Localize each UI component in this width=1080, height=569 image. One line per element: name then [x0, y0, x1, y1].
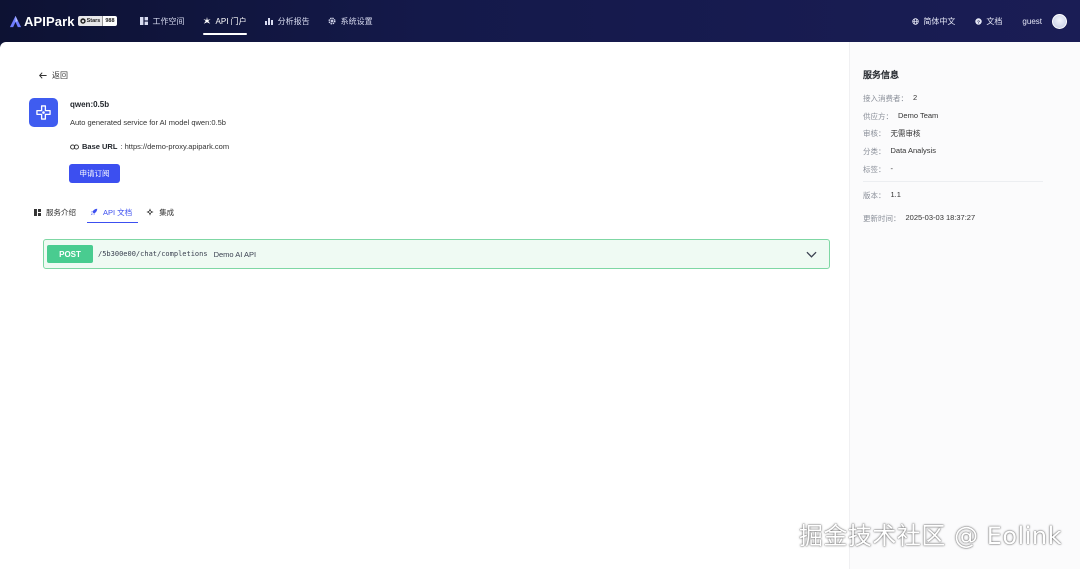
info-value: Demo Team [898, 111, 939, 120]
nav-settings-label: 系统设置 [340, 16, 373, 26]
info-value: 2025-03-03 18:37:27 [905, 213, 976, 222]
info-approval: 审核： 无需审核 [863, 128, 921, 139]
info-value: 2 [913, 93, 918, 102]
nav-analytics[interactable]: 分析报告 [256, 0, 319, 42]
github-icon [79, 18, 86, 24]
nav-api-portal-label: API 门户 [215, 16, 247, 26]
language-label: 简体中文 [923, 16, 956, 26]
info-provider: 供应方： Demo Team [863, 111, 938, 122]
info-key: 标签： [863, 165, 886, 174]
info-key: 分类： [863, 147, 886, 156]
tab-service-intro[interactable]: 服务介绍 [34, 202, 82, 222]
tab-api-docs[interactable]: API 文档 [86, 202, 139, 223]
watermark: 掘金技术社区 @ Eolink [798, 522, 1062, 550]
link-icon [70, 143, 79, 150]
language-switch[interactable]: 简体中文 [912, 16, 955, 27]
tab-bar: 服务介绍 API 文档 集成 [34, 202, 188, 223]
info-key: 供应方： [863, 112, 893, 121]
tab-api-docs-label: API 文档 [103, 207, 133, 217]
info-value: Data Analysis [890, 146, 936, 155]
content-area: 返回 qwen:0.5b Auto generated service for … [0, 42, 1080, 569]
main-panel: 返回 qwen:0.5b Auto generated service for … [0, 42, 849, 569]
base-url-label: Base URL [82, 142, 118, 151]
header-right: 简体中文 ? 文档 guest [892, 0, 1067, 42]
info-updated: 更新时间： 2025-03-03 18:37:27 [863, 213, 975, 224]
arrow-left-icon [39, 72, 47, 79]
http-method-badge: POST [47, 245, 93, 263]
integration-icon [146, 208, 154, 216]
tab-integration[interactable]: 集成 [146, 202, 180, 222]
help-icon: ? [975, 17, 983, 25]
base-url: Base URL : https://demo-proxy.apipark.co… [70, 142, 229, 151]
user-menu[interactable]: guest [1022, 13, 1067, 29]
brand-name: APIPark [24, 13, 75, 29]
main-nav: 工作空间 API 门户 分析报告 系统设置 [131, 0, 382, 42]
bar-chart-icon [264, 18, 273, 25]
sidebar-divider [863, 181, 1043, 182]
info-value: 1.1 [890, 190, 901, 199]
subscribe-button[interactable]: 申请订阅 [69, 164, 120, 183]
service-logo-icon [36, 105, 51, 120]
info-value: - [890, 164, 894, 173]
sidebar-title: 服务信息 [863, 70, 900, 80]
info-value: 无需审核 [890, 129, 921, 138]
base-url-value[interactable]: : https://demo-proxy.apipark.com [120, 142, 229, 151]
back-label: 返回 [52, 71, 68, 80]
nav-api-portal[interactable]: API 门户 [194, 0, 256, 42]
svg-text:?: ? [977, 19, 980, 25]
service-icon [29, 98, 58, 127]
docs-link[interactable]: ? 文档 [975, 16, 1002, 27]
gear-icon [328, 17, 336, 25]
nav-settings[interactable]: 系统设置 [319, 0, 382, 42]
nav-analytics-label: 分析报告 [277, 16, 310, 26]
info-consumers: 接入消费者： 2 [863, 93, 917, 104]
info-category: 分类： Data Analysis [863, 146, 936, 157]
api-endpoint-row[interactable]: POST /5b300e00/chat/completions Demo AI … [43, 239, 830, 269]
github-stars-label: Stars [86, 18, 101, 24]
service-description: Auto generated service for AI model qwen… [70, 118, 226, 127]
grid-icon [139, 17, 148, 25]
api-summary: Demo AI API [213, 249, 257, 259]
back-button[interactable]: 返回 [39, 70, 68, 81]
nav-workspace[interactable]: 工作空间 [131, 0, 194, 42]
chevron-down-icon [805, 251, 817, 258]
tab-integration-label: 集成 [159, 207, 175, 217]
expand-toggle[interactable] [805, 249, 817, 259]
info-key: 版本： [863, 191, 886, 200]
github-stars-badge[interactable]: Stars 988 [77, 16, 117, 26]
info-key: 更新时间： [863, 214, 901, 223]
apipark-logo-icon [9, 15, 22, 27]
github-stars-count: 988 [102, 16, 117, 26]
doc-icon [34, 208, 41, 216]
rocket-icon [90, 208, 98, 216]
nav-workspace-label: 工作空间 [152, 16, 185, 26]
top-navbar: APIPark Stars 988 工作空间 API 门户 分析报告 系统设置 [0, 0, 1080, 42]
sparkle-icon [202, 17, 211, 24]
globe-icon [912, 17, 920, 25]
username: guest [1022, 16, 1042, 26]
logo[interactable]: APIPark Stars 988 [9, 14, 117, 29]
api-path: /5b300e00/chat/completions [98, 250, 208, 258]
tab-service-intro-label: 服务介绍 [46, 207, 76, 217]
info-key: 审核： [863, 129, 886, 138]
service-info-sidebar: 服务信息 接入消费者： 2 供应方： Demo Team 审核： 无需审核 分类… [849, 42, 1080, 569]
info-tags: 标签： - [863, 164, 893, 175]
docs-label: 文档 [986, 16, 1003, 26]
avatar[interactable] [1052, 13, 1067, 29]
info-version: 版本： 1.1 [863, 190, 901, 201]
info-key: 接入消费者： [863, 94, 908, 103]
service-name: qwen:0.5b [70, 100, 110, 109]
